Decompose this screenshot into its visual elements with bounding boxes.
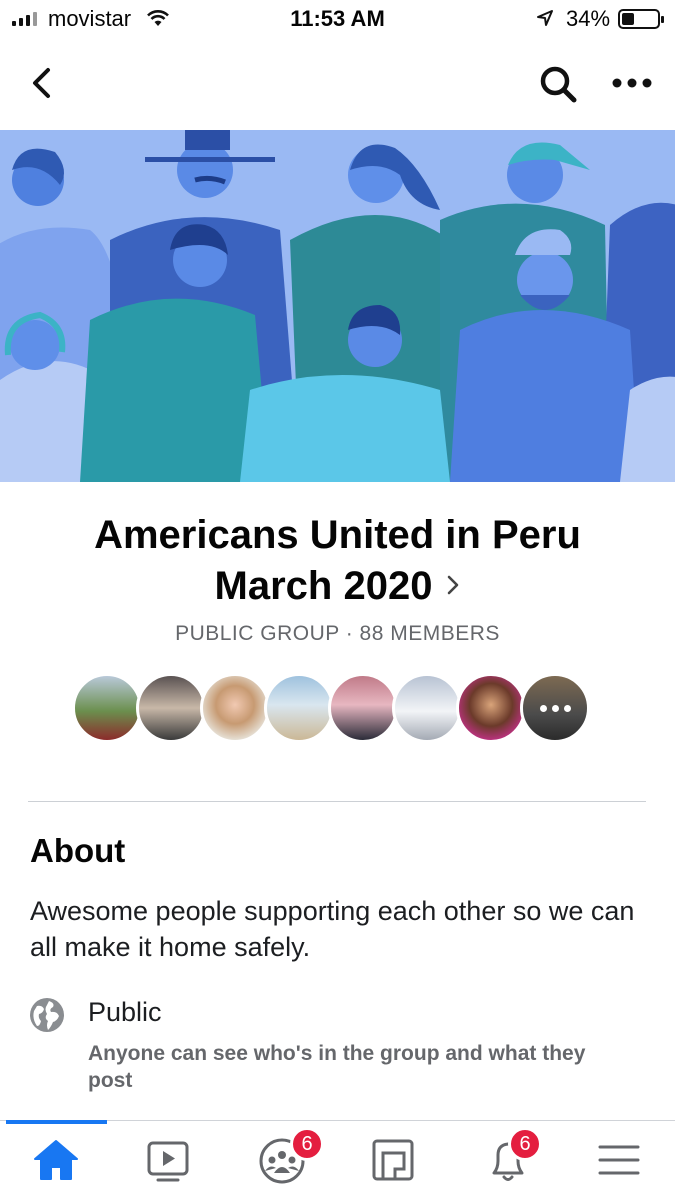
member-avatar[interactable] xyxy=(328,673,398,743)
member-avatar[interactable] xyxy=(200,673,270,743)
member-avatar-list[interactable] xyxy=(72,673,590,743)
home-icon xyxy=(34,1140,78,1180)
section-divider xyxy=(28,801,646,802)
member-avatar[interactable] xyxy=(392,673,462,743)
search-button[interactable] xyxy=(536,62,580,106)
menu-icon xyxy=(598,1145,640,1175)
tab-pages[interactable] xyxy=(361,1135,425,1191)
search-icon xyxy=(540,66,577,103)
location-arrow-icon xyxy=(537,10,553,26)
member-avatar[interactable] xyxy=(264,673,334,743)
back-button[interactable] xyxy=(26,62,66,106)
group-privacy-member-count: PUBLIC GROUP · 88 MEMBERS xyxy=(175,622,500,645)
tab-groups[interactable]: 6 xyxy=(250,1127,324,1191)
status-bar: movistar 11:53 AM 34% xyxy=(0,0,675,40)
video-icon xyxy=(147,1141,189,1182)
people-illustration xyxy=(0,130,675,482)
tab-menu[interactable] xyxy=(587,1135,651,1191)
privacy-title: Public xyxy=(88,997,162,1027)
navigation-bar xyxy=(0,40,675,128)
tab-home[interactable] xyxy=(24,1135,88,1191)
about-description: Awesome people supporting each other so … xyxy=(30,896,635,962)
battery-percentage: 34% xyxy=(566,6,611,31)
group-name-line-2-text: March 2020 xyxy=(214,564,433,608)
about-heading: About xyxy=(30,832,126,869)
privacy-description: Anyone can see who's in the group and wh… xyxy=(88,1042,586,1092)
more-members-button[interactable] xyxy=(520,673,590,743)
active-tab-indicator xyxy=(6,1120,107,1124)
globe-icon xyxy=(30,998,64,1032)
groups-notification-badge: 6 xyxy=(290,1127,324,1161)
bottom-tab-bar: 6 6 xyxy=(0,1120,675,1200)
notifications-badge: 6 xyxy=(508,1127,542,1161)
pages-icon xyxy=(372,1139,414,1181)
chevron-left-icon xyxy=(33,68,50,98)
battery-icon xyxy=(618,9,664,29)
chevron-right-icon xyxy=(448,576,459,595)
member-avatar[interactable] xyxy=(456,673,526,743)
more-dots-icon xyxy=(523,676,587,740)
group-name-line-1: Americans United in Peru xyxy=(94,513,581,557)
more-horizontal-icon xyxy=(612,78,652,88)
group-name[interactable]: Americans United in Peru March 2020 xyxy=(0,510,675,612)
member-avatar[interactable] xyxy=(72,673,142,743)
group-cover-photo[interactable] xyxy=(0,130,675,482)
tab-notifications[interactable]: 6 xyxy=(476,1127,542,1191)
tab-watch[interactable] xyxy=(136,1135,200,1191)
member-avatar[interactable] xyxy=(136,673,206,743)
more-options-button[interactable] xyxy=(606,62,658,106)
group-name-line-2: March 2020 xyxy=(0,561,675,612)
